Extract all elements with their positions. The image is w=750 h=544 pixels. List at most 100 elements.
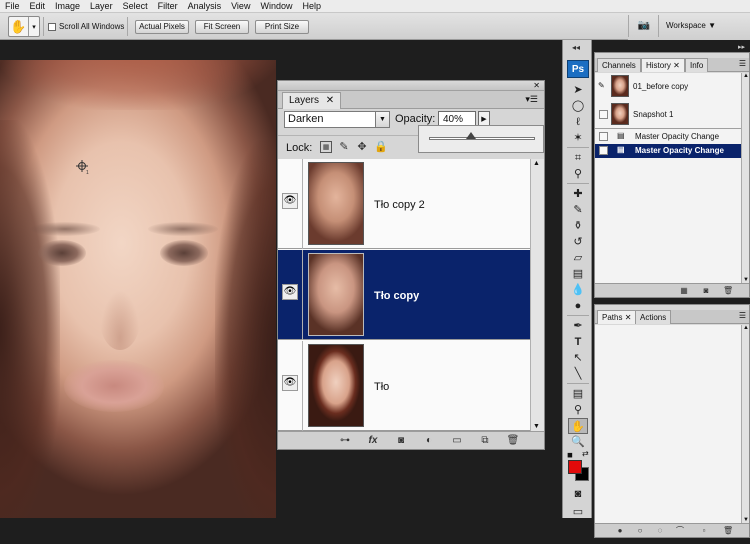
lock-all-icon[interactable]: 🔒 [374, 141, 388, 153]
collapse-icon[interactable]: ◂◂ [572, 43, 580, 52]
blend-mode-select[interactable]: Darken ▼ [284, 111, 390, 128]
layers-scrollbar[interactable]: ▲ ▼ [530, 159, 544, 431]
scroll-up-icon[interactable]: ▲ [743, 325, 749, 331]
line-tool-icon[interactable]: ╲ [568, 366, 588, 382]
close-icon[interactable]: ✕ [326, 95, 334, 106]
menu-layer[interactable]: Layer [85, 0, 118, 13]
dodge-tool-icon[interactable]: ● [568, 298, 588, 314]
scroll-all-windows-option[interactable]: Scroll All Windows [48, 22, 124, 31]
notes-tool-icon[interactable]: ▤ [568, 386, 588, 402]
add-mask-icon[interactable]: ◙ [394, 435, 408, 447]
move-tool-icon[interactable]: ➤ [568, 82, 588, 98]
eyedropper-sample-tool-icon[interactable]: ⚲ [568, 402, 588, 418]
tab-actions[interactable]: Actions [635, 310, 672, 324]
opacity-slider-thumb[interactable] [466, 132, 477, 139]
menu-view[interactable]: View [226, 0, 255, 13]
new-layer-icon[interactable]: ⧉ [478, 435, 492, 447]
pen-tool-icon[interactable]: ✒ [568, 318, 588, 334]
quick-mask-icon[interactable]: ◙ [568, 486, 588, 502]
workspace-menu[interactable]: Workspace ▼ [666, 21, 716, 30]
fit-screen-button[interactable]: Fit Screen [195, 20, 249, 34]
menu-window[interactable]: Window [255, 0, 297, 13]
scroll-up-icon[interactable]: ▲ [533, 160, 540, 167]
fill-path-icon[interactable]: ● [615, 526, 625, 535]
tab-info[interactable]: Info [685, 58, 709, 72]
eyedropper-tool-icon[interactable]: ⚲ [568, 166, 588, 182]
foreground-color-swatch[interactable] [568, 460, 582, 474]
magic-wand-tool-icon[interactable]: ✶ [568, 130, 588, 146]
paths-scrollbar[interactable]: ▲ ▼ [741, 325, 749, 523]
clone-stamp-tool-icon[interactable]: ⚱ [568, 218, 588, 234]
trash-icon[interactable]: 🗑 [723, 526, 733, 535]
adjustment-layer-icon[interactable]: ◐ [422, 435, 436, 447]
layer-row[interactable]: 👁 Tło copy 2 [278, 159, 530, 249]
panel-menu-icon[interactable]: ▾☰ [525, 94, 538, 105]
history-snapshot-row[interactable]: Snapshot 1 [595, 101, 741, 127]
zoom-tool-icon[interactable]: 🔍 [568, 434, 588, 450]
scroll-up-icon[interactable]: ▲ [743, 73, 749, 79]
make-work-path-icon[interactable]: ⌒ [675, 526, 685, 535]
eraser-tool-icon[interactable]: ▱ [568, 250, 588, 266]
tab-paths[interactable]: Paths ✕ [597, 310, 637, 324]
eye-visibility-icon[interactable]: 👁 [282, 284, 298, 300]
lock-paint-brush-icon[interactable]: ✎ [338, 141, 350, 153]
history-state-row-selected[interactable]: ▤ Master Opacity Change [595, 144, 741, 158]
healing-brush-tool-icon[interactable]: ✚ [568, 186, 588, 202]
camera-icon[interactable]: 📷 [634, 20, 654, 33]
eye-visibility-icon[interactable]: 👁 [282, 375, 298, 391]
type-tool-icon[interactable]: T [568, 334, 588, 350]
menu-edit[interactable]: Edit [25, 0, 51, 13]
history-checkbox[interactable] [599, 132, 608, 141]
actual-pixels-button[interactable]: Actual Pixels [135, 20, 189, 34]
eye-visibility-icon[interactable]: 👁 [282, 193, 298, 209]
history-checkbox[interactable] [599, 146, 608, 155]
panel-menu-icon[interactable]: ☰ [739, 59, 746, 68]
lock-transparent-icon[interactable]: ▦ [320, 141, 332, 153]
opacity-slider-track[interactable] [429, 137, 535, 140]
menu-file[interactable]: File [0, 0, 25, 13]
menu-analysis[interactable]: Analysis [183, 0, 227, 13]
scroll-all-windows-checkbox[interactable] [48, 22, 56, 31]
document-canvas[interactable]: 1 [0, 60, 276, 518]
hand-tool-icon[interactable]: ✋ [568, 418, 588, 434]
layer-row[interactable]: 👁 Tło [278, 341, 530, 431]
history-snapshot-row[interactable]: ✎ 01_before copy [595, 73, 741, 99]
crop-tool-icon[interactable]: ⌗ [568, 150, 588, 166]
menu-filter[interactable]: Filter [153, 0, 183, 13]
screen-mode-icon[interactable]: ▭ [568, 504, 588, 520]
trash-icon[interactable]: 🗑 [506, 435, 520, 447]
tab-layers[interactable]: Layers ✕ [282, 92, 342, 109]
tab-history[interactable]: History ✕ [641, 58, 685, 72]
stroke-path-icon[interactable]: ○ [635, 526, 645, 535]
history-checkbox[interactable] [599, 110, 608, 119]
history-scrollbar[interactable]: ▲ ▼ [741, 73, 749, 283]
history-state-row[interactable]: ▤ Master Opacity Change [595, 130, 741, 144]
history-brush-source-icon[interactable]: ✎ [598, 81, 605, 90]
folder-icon[interactable]: ▭ [450, 435, 464, 447]
lock-position-move-icon[interactable]: ✥ [356, 141, 368, 153]
load-selection-icon[interactable]: ◌ [655, 526, 665, 535]
trash-icon[interactable]: 🗑 [723, 286, 733, 295]
print-size-button[interactable]: Print Size [255, 20, 309, 34]
layers-panel-titlebar[interactable]: ✕ [278, 81, 544, 91]
path-selection-tool-icon[interactable]: ↖ [568, 350, 588, 366]
new-document-from-state-icon[interactable]: ▦ [679, 286, 689, 295]
swap-colors-icon[interactable]: ⇄ [582, 449, 589, 458]
close-icon[interactable]: ✕ [625, 313, 632, 322]
new-path-icon[interactable]: ▫ [699, 526, 709, 535]
collapse-icon[interactable]: ▸▸ [738, 43, 745, 51]
new-snapshot-icon[interactable]: ◙ [701, 286, 711, 295]
tab-channels[interactable]: Channels [597, 58, 641, 72]
blur-tool-icon[interactable]: 💧 [568, 282, 588, 298]
close-icon[interactable]: ✕ [533, 81, 540, 90]
link-layers-icon[interactable]: ⊶ [338, 435, 352, 447]
default-colors-icon[interactable]: ◼ [567, 451, 573, 459]
menu-image[interactable]: Image [50, 0, 85, 13]
lasso-tool-icon[interactable]: ℓ [568, 114, 588, 130]
history-brush-tool-icon[interactable]: ↺ [568, 234, 588, 250]
layer-row-selected[interactable]: 👁 Tło copy [278, 250, 530, 340]
menu-help[interactable]: Help [297, 0, 326, 13]
panel-menu-icon[interactable]: ☰ [739, 311, 746, 320]
tool-preset-picker[interactable]: ✋ ▾ [8, 16, 40, 37]
gradient-tool-icon[interactable]: ▤ [568, 266, 588, 282]
